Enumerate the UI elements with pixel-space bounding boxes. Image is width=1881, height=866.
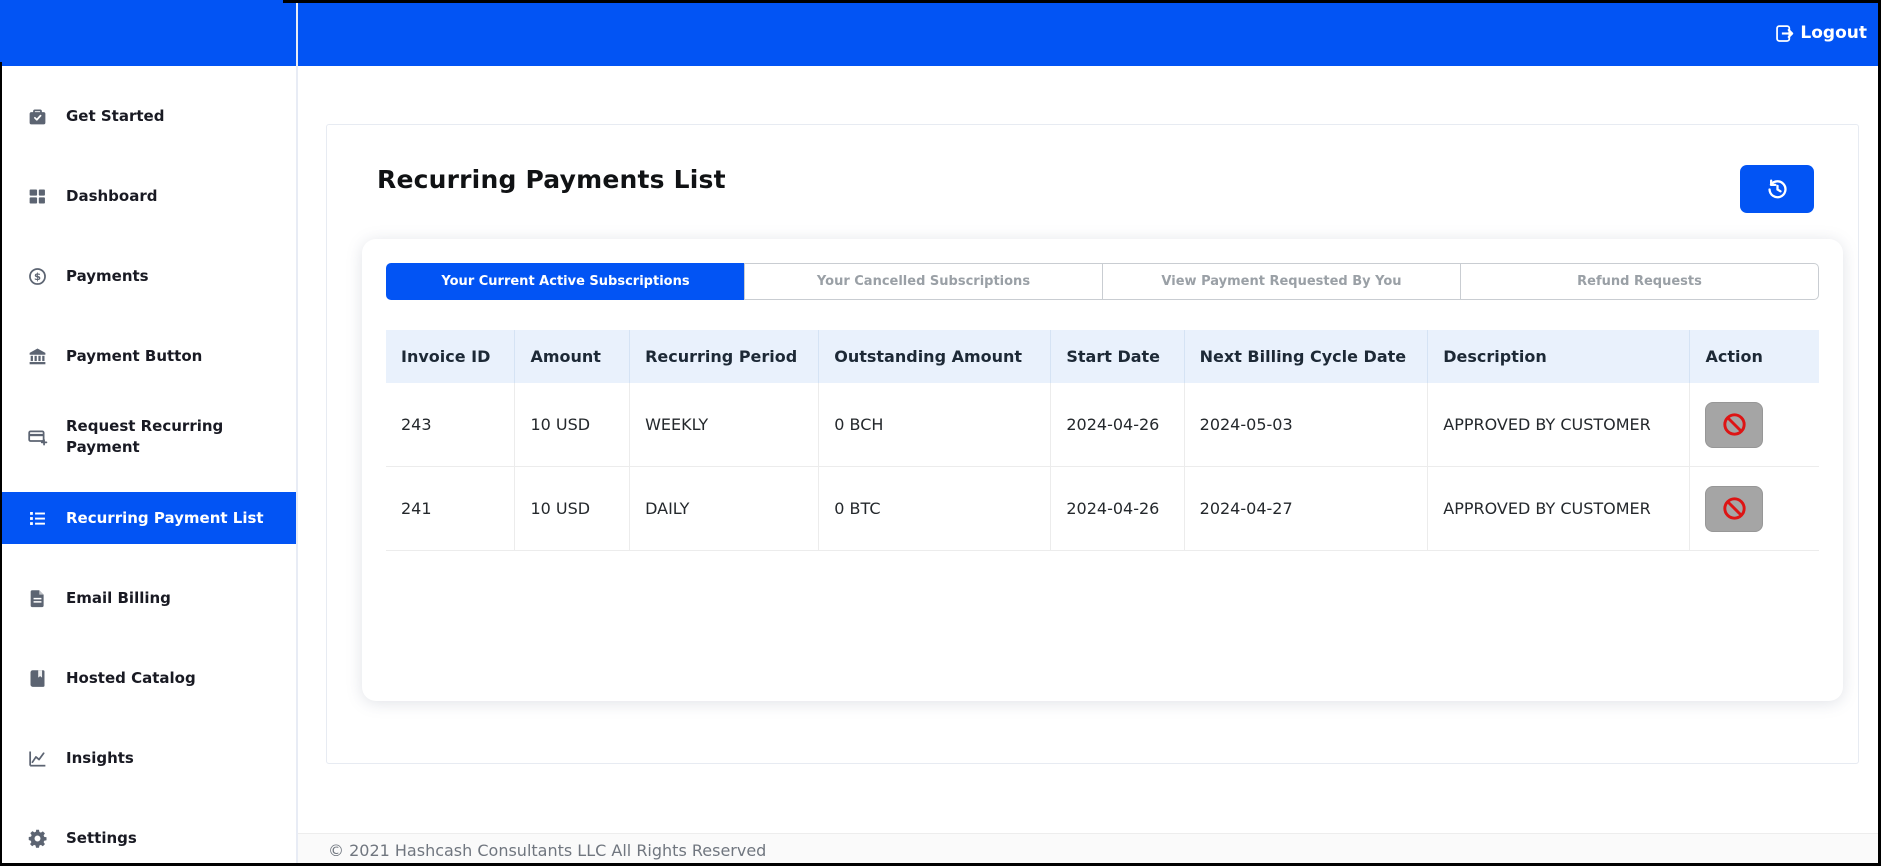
book-icon — [26, 667, 48, 689]
app-window: Get Started Dashboard $ Payments Payment… — [0, 0, 1881, 866]
sidebar: Get Started Dashboard $ Payments Payment… — [0, 0, 298, 866]
tab-refund-requests[interactable]: Refund Requests — [1460, 263, 1819, 300]
cell-description: APPROVED BY CUSTOMER — [1427, 466, 1691, 551]
column-header-invoice-id: Invoice ID — [386, 330, 516, 383]
cell-recurring-period: DAILY — [629, 466, 820, 551]
column-header-next-billing-cycle-date: Next Billing Cycle Date — [1184, 330, 1429, 383]
sidebar-item-request-recurring-payment[interactable]: Request Recurring Payment — [0, 410, 296, 464]
sidebar-item-payments[interactable]: $ Payments — [0, 250, 296, 302]
column-header-start-date: Start Date — [1050, 330, 1185, 383]
copyright-text: © 2021 Hashcash Consultants LLC All Righ… — [328, 840, 767, 860]
sidebar-item-get-started[interactable]: Get Started — [0, 90, 296, 142]
cell-action — [1689, 383, 1819, 467]
main-area: Logout Recurring Payments List Your Curr… — [298, 0, 1881, 866]
sign-out-icon — [1774, 23, 1795, 44]
sidebar-item-settings[interactable]: Settings — [0, 812, 296, 864]
window-border-top — [283, 0, 1881, 3]
cancel-subscription-button[interactable] — [1705, 401, 1764, 448]
subscriptions-panel: Your Current Active Subscriptions Your C… — [362, 239, 1843, 701]
brand-logo-area — [0, 0, 296, 66]
cell-outstanding-amount: 0 BCH — [818, 383, 1052, 467]
cell-action — [1689, 466, 1819, 551]
column-header-outstanding-amount: Outstanding Amount — [818, 330, 1052, 383]
cell-recurring-period: WEEKLY — [629, 383, 820, 467]
content-area: Recurring Payments List Your Current Act… — [298, 66, 1881, 833]
sidebar-item-email-billing[interactable]: Email Billing — [0, 572, 296, 624]
sidebar-item-payment-button[interactable]: Payment Button — [0, 330, 296, 382]
tab-your-cancelled-subscriptions[interactable]: Your Cancelled Subscriptions — [744, 263, 1103, 300]
dashboard-grid-icon — [26, 185, 48, 207]
sidebar-item-insights[interactable]: Insights — [0, 732, 296, 784]
page-title: Recurring Payments List — [377, 165, 726, 194]
tab-bar: Your Current Active Subscriptions Your C… — [386, 263, 1819, 300]
cell-start-date: 2024-04-26 — [1050, 383, 1185, 467]
briefcase-check-icon — [26, 105, 48, 127]
column-header-description: Description — [1427, 330, 1691, 383]
cell-start-date: 2024-04-26 — [1050, 466, 1185, 551]
topbar: Logout — [298, 0, 1881, 66]
sidebar-item-hosted-catalog[interactable]: Hosted Catalog — [0, 652, 296, 704]
cell-invoice-id: 241 — [386, 466, 516, 551]
column-header-action: Action — [1689, 330, 1819, 383]
table-header-row: Invoice ID Amount Recurring Period Outst… — [386, 330, 1819, 383]
table-row: 241 10 USD DAILY 0 BTC 2024-04-26 2024-0… — [386, 466, 1819, 551]
column-header-recurring-period: Recurring Period — [629, 330, 820, 383]
table-row: 243 10 USD WEEKLY 0 BCH 2024-04-26 2024-… — [386, 383, 1819, 467]
cancel-subscription-button[interactable] — [1705, 485, 1764, 532]
gear-icon — [26, 827, 48, 849]
sidebar-item-recurring-payment-list[interactable]: Recurring Payment List — [0, 492, 296, 544]
column-header-amount: Amount — [514, 330, 631, 383]
page-head: Recurring Payments List — [327, 125, 1858, 213]
window-border-left — [0, 62, 2, 866]
sidebar-item-dashboard[interactable]: Dashboard — [0, 170, 296, 222]
logout-label: Logout — [1800, 23, 1867, 43]
subscriptions-table: Invoice ID Amount Recurring Period Outst… — [386, 330, 1819, 551]
cell-invoice-id: 243 — [386, 383, 516, 467]
sidebar-nav: Get Started Dashboard $ Payments Payment… — [0, 66, 296, 866]
cell-next-billing-cycle-date: 2024-05-03 — [1184, 383, 1429, 467]
cell-amount: 10 USD — [514, 466, 631, 551]
cell-outstanding-amount: 0 BTC — [818, 466, 1052, 551]
tab-your-current-active-subscriptions[interactable]: Your Current Active Subscriptions — [386, 263, 745, 300]
list-icon — [26, 507, 48, 529]
table-body: 243 10 USD WEEKLY 0 BCH 2024-04-26 2024-… — [386, 383, 1819, 551]
ban-icon — [1721, 495, 1748, 522]
logout-button[interactable]: Logout — [1774, 23, 1867, 44]
svg-text:$: $ — [34, 272, 41, 283]
refresh-button[interactable] — [1740, 165, 1814, 213]
tab-view-payment-requested-by-you[interactable]: View Payment Requested By You — [1102, 263, 1461, 300]
footer: © 2021 Hashcash Consultants LLC All Righ… — [298, 833, 1881, 866]
ban-icon — [1721, 411, 1748, 438]
history-icon — [1766, 178, 1789, 201]
card-plus-icon — [26, 426, 48, 448]
cell-amount: 10 USD — [514, 383, 631, 467]
chart-line-icon — [26, 747, 48, 769]
cell-next-billing-cycle-date: 2024-04-27 — [1184, 466, 1429, 551]
file-lines-icon — [26, 587, 48, 609]
dollar-circle-icon: $ — [26, 265, 48, 287]
recurring-payments-card: Recurring Payments List Your Current Act… — [326, 124, 1859, 764]
cell-description: APPROVED BY CUSTOMER — [1427, 383, 1691, 467]
bank-icon — [26, 345, 48, 367]
